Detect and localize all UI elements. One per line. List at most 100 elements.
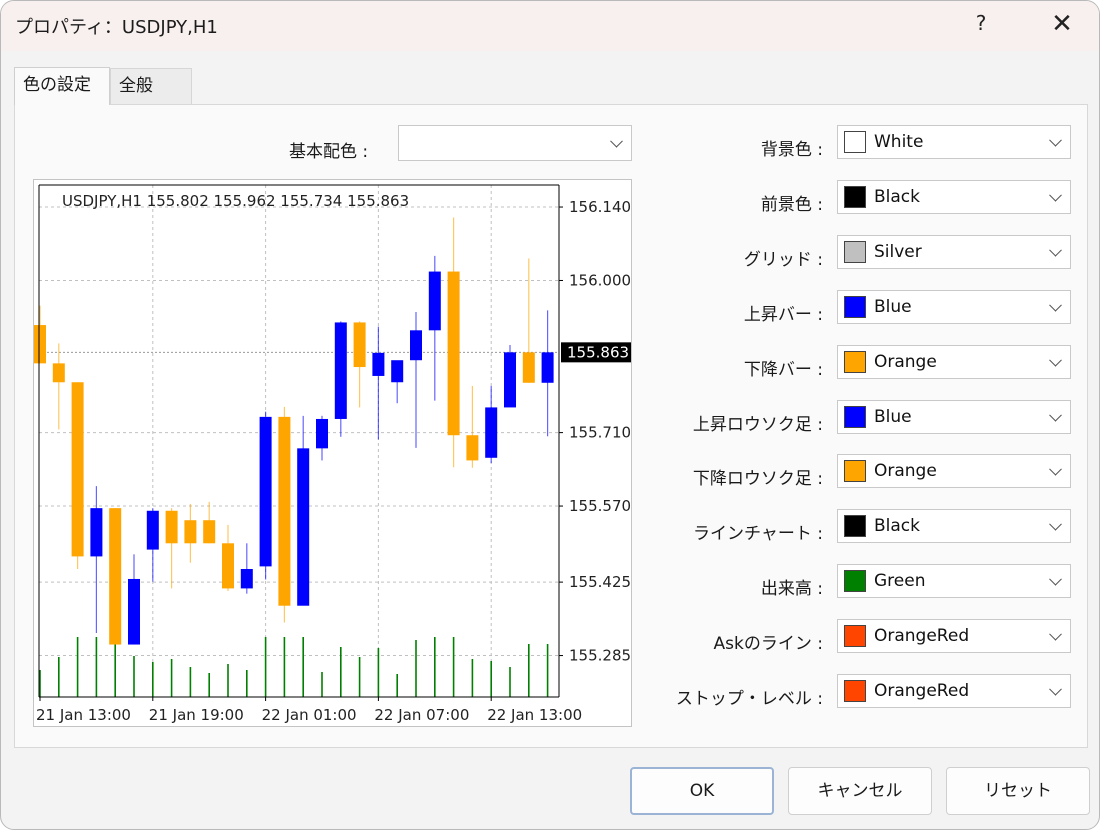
property-label: 下降バー : [743,360,823,380]
candle-body [372,352,385,376]
color-select[interactable]: Black [837,180,1071,214]
x-tick-label: 22 Jan 07:00 [374,706,469,724]
properties-dialog: プロパティ：USDJPY,H1 ? ✕ 色の設定 全般 基本配色 : 156.1… [0,0,1100,830]
chevron-down-icon [1049,133,1062,147]
color-name: Orange [874,352,937,372]
ok-button[interactable]: OK [630,767,774,815]
x-tick-label: 21 Jan 13:00 [36,706,131,724]
color-name: Green [874,571,926,591]
y-tick-label: 156.140 [569,198,631,216]
candle-body [165,510,178,544]
tab-color-settings[interactable]: 色の設定 [14,67,110,105]
candle-body [128,578,140,645]
reset-button[interactable]: リセット [946,767,1090,815]
candle-body [259,416,272,567]
color-name: Silver [874,242,922,262]
candle-body [203,520,216,544]
candle-body [297,448,310,606]
color-swatch [844,296,866,318]
candle-body [71,382,84,557]
color-name: Blue [874,407,912,427]
candle-body [485,407,498,458]
color-name: OrangeRed [874,681,970,701]
color-select[interactable]: Blue [837,290,1071,324]
candle-body [278,416,291,606]
color-swatch [844,570,866,592]
x-tick-label: 21 Jan 19:00 [149,706,244,724]
color-select[interactable]: Silver [837,235,1071,269]
chevron-down-icon [1049,298,1062,312]
property-label: 上昇ロウソク足 : [692,415,823,435]
candle-body [522,352,535,383]
x-tick-label: 22 Jan 01:00 [262,706,357,724]
property-label: ストップ・レベル : [675,689,823,709]
chevron-down-icon [1049,572,1062,586]
color-select[interactable]: OrangeRed [837,619,1071,653]
x-tick-label: 22 Jan 13:00 [487,706,582,724]
color-name: White [874,132,924,152]
base-scheme-select[interactable] [398,125,632,161]
y-tick-label: 155.425 [569,573,631,591]
color-swatch [844,131,866,153]
chart-preview: 156.140 156.000 155.710 155.570 155.425 155.2… [33,179,632,727]
y-tick-label: 155.570 [569,497,631,515]
chevron-down-icon [1049,243,1062,257]
candle-body [541,352,554,383]
color-swatch [844,460,866,482]
candlestick-chart: 156.140 156.000 155.710 155.570 155.425 155.2… [34,184,631,724]
property-label: ラインチャート : [693,524,823,544]
color-swatch [844,515,866,537]
color-name: OrangeRed [874,626,970,646]
y-tick-label: 155.285 [569,647,631,665]
chevron-down-icon [1049,188,1062,202]
color-select[interactable]: OrangeRed [837,674,1071,708]
color-name: Black [874,516,920,536]
y-tick-label: 155.710 [569,424,631,442]
color-select[interactable]: Green [837,564,1071,598]
property-label: 下降ロウソク足 : [692,469,823,489]
color-name: Black [874,187,920,207]
color-select[interactable]: White [837,125,1071,159]
chevron-down-icon [1049,462,1062,476]
color-select[interactable]: Blue [837,400,1071,434]
property-label: 出来高 : [760,579,823,599]
color-name: Blue [874,297,912,317]
candle-body [90,508,103,557]
window-title: プロパティ：USDJPY,H1 [15,17,218,38]
chevron-down-icon [1049,517,1062,531]
candle-body [410,330,422,361]
candle-body [428,271,441,331]
property-label: 背景色 : [760,140,823,160]
candle-body [316,418,328,449]
candle-body [52,363,65,383]
close-icon[interactable]: ✕ [1047,9,1077,39]
chevron-down-icon [1049,627,1062,641]
color-swatch [844,186,866,208]
chart-symbol-label: USDJPY,H1 155.802 155.962 155.734 155.86… [62,192,409,210]
color-select[interactable]: Orange [837,454,1071,488]
candle-body [391,360,404,383]
help-button[interactable]: ? [969,11,993,39]
candle-body [146,510,159,550]
color-swatch [844,625,866,647]
chevron-down-icon [1049,682,1062,696]
color-swatch [844,680,866,702]
tab-general[interactable]: 全般 [110,68,192,104]
candle-body [34,325,46,364]
chevron-down-icon [1049,353,1062,367]
candle-body [466,435,479,461]
property-label: 前景色 : [760,195,823,215]
candle-body [184,520,197,544]
y-tick-label: 156.000 [569,271,631,289]
property-label: グリッド : [743,250,823,270]
color-select[interactable]: Black [837,509,1071,543]
color-swatch [844,406,866,428]
color-swatch [844,241,866,263]
property-label: Askのライン : [713,634,823,654]
candle-body [240,569,253,589]
color-select[interactable]: Orange [837,345,1071,379]
candle-body [222,543,234,589]
current-price-label: 155.863 [567,343,629,361]
chevron-down-icon [610,134,623,148]
cancel-button[interactable]: キャンセル [788,767,932,815]
